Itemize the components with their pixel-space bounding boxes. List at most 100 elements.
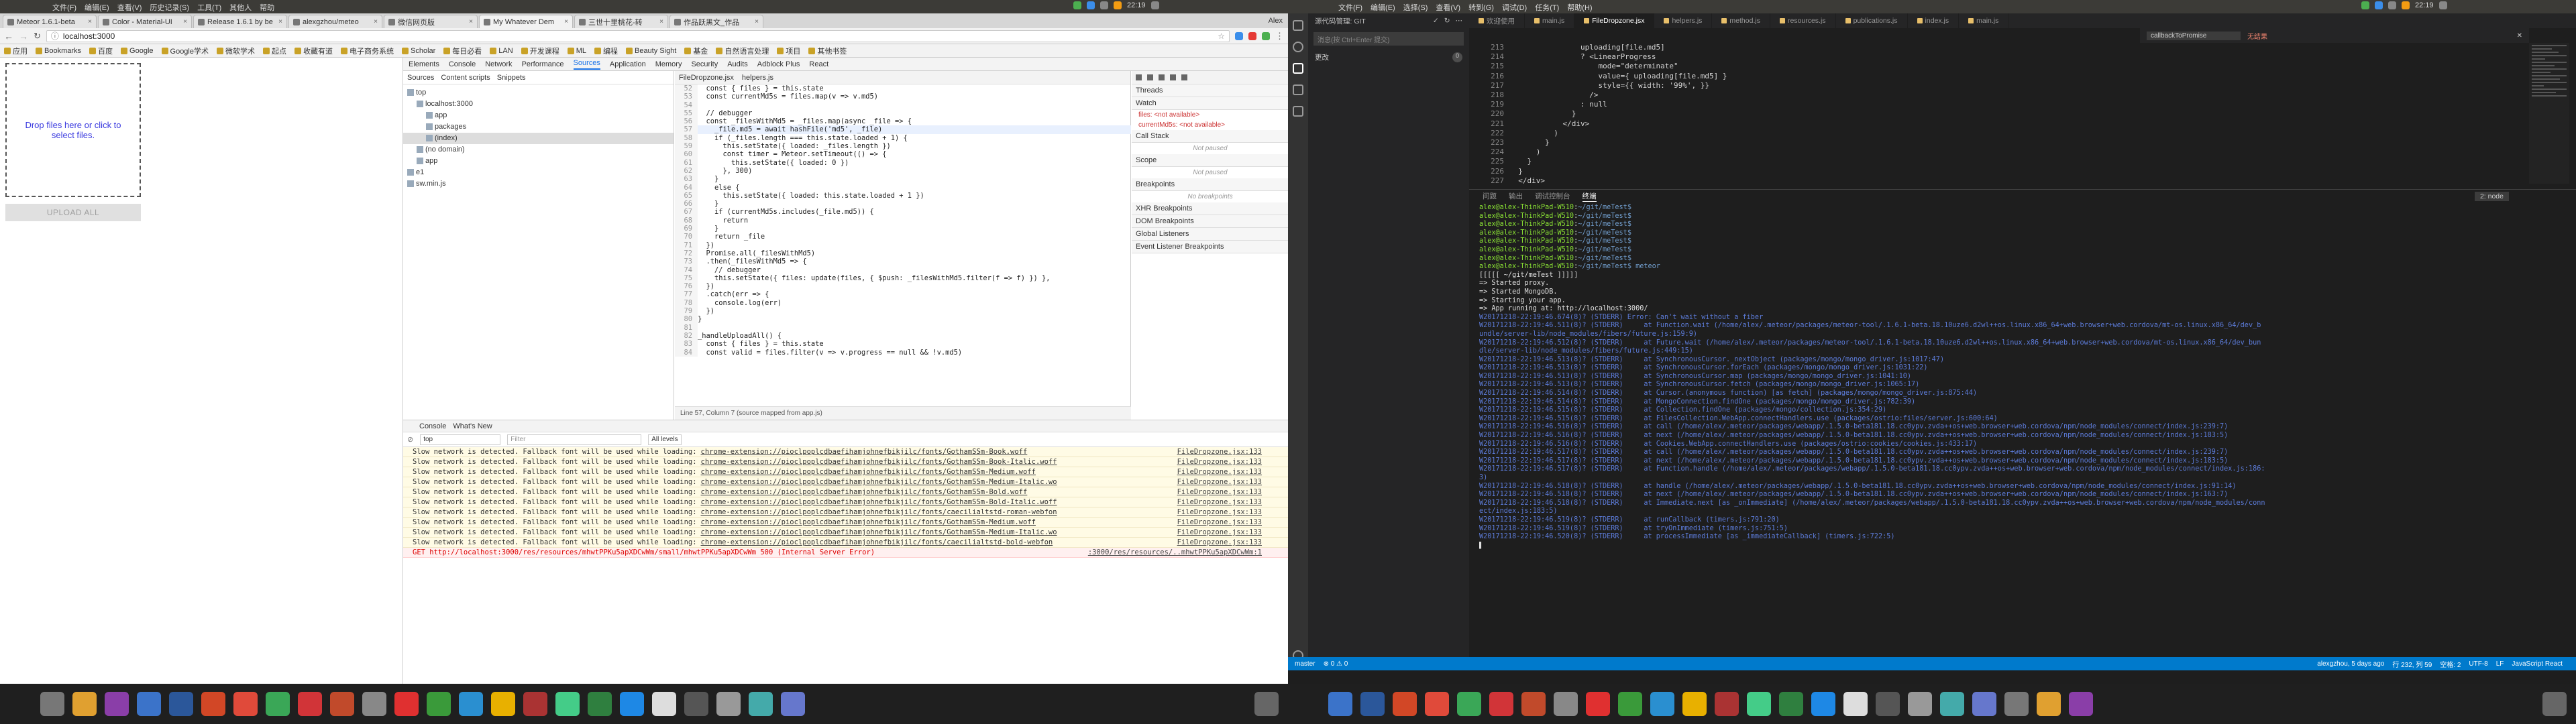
taskbar-app-icon[interactable] <box>1908 692 1932 716</box>
line-number[interactable]: 219 <box>1469 100 1509 110</box>
vscode-code-view[interactable]: 213 uploading[file.md5] 214 ? <LinearProg… <box>1469 43 2140 190</box>
clear-console-icon[interactable]: ⊘ <box>407 435 413 444</box>
message-source[interactable]: FileDropzone.jsx:133 <box>1177 528 1262 536</box>
watch-section[interactable]: Watch <box>1132 97 1289 110</box>
branch-status[interactable]: master <box>1295 660 1316 668</box>
taskbar-app-icon[interactable] <box>1393 692 1417 716</box>
browser-tab[interactable]: Release 1.6.1 by be × <box>193 15 287 28</box>
message-link[interactable]: chrome-extension://pioclpoplcdbaefihamjo… <box>701 498 1057 506</box>
bookmark-star-icon[interactable]: ☆ <box>1218 32 1225 41</box>
navigator-subtab[interactable]: Snippets <box>497 74 526 82</box>
line-number[interactable]: 218 <box>1469 90 1509 101</box>
line-number[interactable]: 75 <box>675 274 698 283</box>
navigator-subtab[interactable]: Sources <box>407 74 434 82</box>
taskbar-app-icon[interactable] <box>555 692 580 716</box>
taskbar-app-icon[interactable] <box>72 692 97 716</box>
line-number[interactable]: 81 <box>675 323 698 332</box>
commit-icon[interactable]: ✓ <box>1433 17 1439 25</box>
line-number[interactable]: 224 <box>1469 147 1509 158</box>
bookmark-item[interactable]: 基金 <box>684 46 708 56</box>
browser-tab[interactable]: 微信网页版 × <box>384 15 478 28</box>
devtools-tab[interactable]: Console <box>449 60 476 68</box>
line-number[interactable]: 69 <box>675 225 698 233</box>
menu-item[interactable]: 编辑(E) <box>1371 2 1395 13</box>
line-number[interactable]: 79 <box>675 307 698 316</box>
taskbar-app-icon[interactable] <box>1457 692 1481 716</box>
file-tab[interactable]: helpers.js <box>742 74 773 82</box>
bookmark-item[interactable]: 应用 <box>4 46 28 56</box>
more-icon[interactable]: ⋯ <box>1456 17 1463 25</box>
message-link[interactable]: chrome-extension://pioclpoplcdbaefihamjo… <box>701 538 1053 546</box>
refresh-icon[interactable]: ↻ <box>1444 17 1450 25</box>
line-number[interactable]: 226 <box>1469 166 1509 176</box>
devtools-tab[interactable]: Elements <box>409 60 439 68</box>
code-view[interactable]: 52 const { files } = this.state 53 const … <box>675 84 1131 406</box>
find-query[interactable]: callbackToPromise <box>2147 31 2241 40</box>
taskbar-app-icon[interactable] <box>652 692 676 716</box>
minimap[interactable] <box>2529 43 2569 184</box>
message-source[interactable]: FileDropzone.jsx:133 <box>1177 478 1262 486</box>
menu-item[interactable]: 任务(T) <box>1535 2 1559 13</box>
taskbar-app-icon[interactable] <box>394 692 419 716</box>
message-source[interactable]: FileDropzone.jsx:133 <box>1177 518 1262 526</box>
menu-item[interactable]: 查看(V) <box>117 2 142 13</box>
event-listener-breakpoints-section[interactable]: Event Listener Breakpoints <box>1132 241 1289 253</box>
bookmark-item[interactable]: 自然语言处理 <box>716 46 769 56</box>
eol-status[interactable]: LF <box>2496 660 2504 668</box>
close-tab-icon[interactable]: × <box>564 18 568 25</box>
volume-icon[interactable] <box>2388 1 2396 9</box>
taskbar-app-icon[interactable] <box>588 692 612 716</box>
browser-tab[interactable]: My Whatever Dem × <box>479 15 573 28</box>
bookmark-item[interactable]: 每日必看 <box>443 46 482 56</box>
extension-icon[interactable] <box>1248 32 1256 40</box>
line-number[interactable]: 83 <box>675 340 698 349</box>
terminal-select[interactable]: 2: node <box>2474 191 2509 201</box>
line-number[interactable]: 63 <box>675 175 698 184</box>
taskbar-app-icon[interactable] <box>266 692 290 716</box>
taskbar-app-icon[interactable] <box>620 692 644 716</box>
bookmark-item[interactable]: 百度 <box>89 46 113 56</box>
editor-tab[interactable]: 欢迎使用 <box>1469 13 1525 28</box>
browser-tab[interactable]: 作品跃黑文_作品 × <box>669 15 763 28</box>
tree-item[interactable]: (index) <box>403 133 674 144</box>
reload-icon[interactable]: ↻ <box>34 31 41 42</box>
line-number[interactable]: 223 <box>1469 138 1509 148</box>
message-source[interactable]: FileDropzone.jsx:133 <box>1177 498 1262 506</box>
editor-tab[interactable]: main.js <box>1525 13 1575 28</box>
devtools-tab[interactable]: Memory <box>655 60 682 68</box>
panel-tab[interactable]: 终端 <box>1582 191 1597 202</box>
line-number[interactable]: 222 <box>1469 128 1509 139</box>
bookmark-item[interactable]: 电子商务系统 <box>341 46 394 56</box>
message-source[interactable]: FileDropzone.jsx:133 <box>1177 448 1262 456</box>
taskbar-app-icon[interactable] <box>201 692 225 716</box>
line-number[interactable]: 73 <box>675 257 698 266</box>
source-control-icon[interactable] <box>1293 63 1303 74</box>
bookmark-item[interactable]: ML <box>567 47 586 55</box>
line-number[interactable]: 221 <box>1469 119 1509 129</box>
message-link[interactable]: chrome-extension://pioclpoplcdbaefihamjo… <box>701 508 1057 516</box>
line-number[interactable]: 60 <box>675 150 698 159</box>
message-link[interactable]: chrome-extension://pioclpoplcdbaefihamjo… <box>701 518 1036 526</box>
close-tab-icon[interactable]: × <box>469 18 473 25</box>
editor-tab[interactable]: main.js <box>1959 13 2009 28</box>
line-number[interactable]: 72 <box>675 249 698 258</box>
menu-item[interactable]: 工具(T) <box>197 2 221 13</box>
telegram-icon[interactable] <box>2375 1 2383 9</box>
taskbar-app-icon[interactable] <box>1586 692 1610 716</box>
message-source[interactable]: FileDropzone.jsx:133 <box>1177 508 1262 516</box>
close-tab-icon[interactable]: × <box>755 18 759 25</box>
line-number[interactable]: 53 <box>675 93 698 101</box>
taskbar-app-icon[interactable] <box>427 692 451 716</box>
clock[interactable]: 22:19 <box>2415 1 2434 9</box>
browser-tab[interactable]: 三世十里桃花-转 × <box>574 15 668 28</box>
pause-icon[interactable] <box>1136 74 1142 80</box>
line-number[interactable]: 213 <box>1469 43 1509 53</box>
devtools-tab[interactable]: Performance <box>522 60 564 68</box>
line-number[interactable]: 62 <box>675 166 698 176</box>
taskbar-app-icon[interactable] <box>1940 692 1964 716</box>
line-number[interactable]: 55 <box>675 109 698 118</box>
line-number[interactable]: 215 <box>1469 62 1509 72</box>
bookmark-item[interactable]: 开发课程 <box>521 46 559 56</box>
menu-item[interactable]: 历史记录(S) <box>150 2 189 13</box>
line-number[interactable]: 54 <box>675 101 698 109</box>
